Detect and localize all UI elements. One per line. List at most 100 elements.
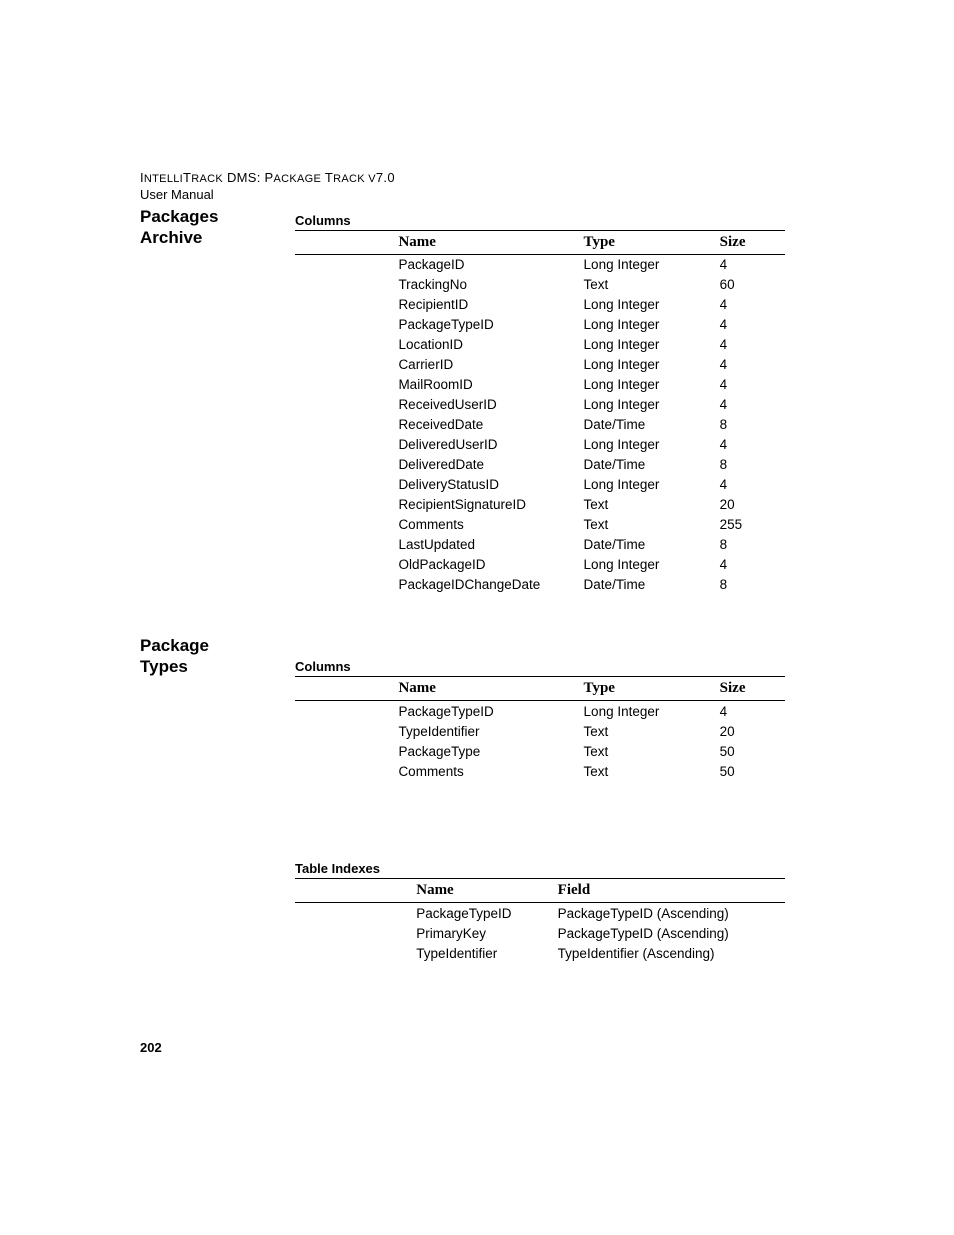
cell-field: TypeIdentifier (Ascending) — [558, 943, 785, 963]
cell-type: Long Integer — [584, 555, 720, 575]
cell-size: 8 — [720, 455, 785, 475]
table-row: LocationIDLong Integer4 — [295, 335, 785, 355]
cell-name: TypeIdentifier — [416, 943, 557, 963]
table-row: PackageIDChangeDateDate/Time8 — [295, 575, 785, 595]
package-types-columns-table: Name Type Size PackageTypeIDLong Integer… — [295, 676, 785, 781]
cell-size: 4 — [720, 701, 785, 722]
table-row: PackageIDLong Integer4 — [295, 254, 785, 275]
table-row: PackageTypeText50 — [295, 741, 785, 761]
table-row: DeliveredUserIDLong Integer4 — [295, 435, 785, 455]
cell-type: Long Integer — [584, 254, 720, 275]
table-header-field: Field — [558, 879, 785, 903]
cell-size: 4 — [720, 355, 785, 375]
cell-size: 20 — [720, 495, 785, 515]
doc-header-title: INTELLITRACK DMS: PACKAGE TRACK V7.0 — [140, 170, 784, 185]
cell-type: Text — [584, 275, 720, 295]
table-row: ReceivedUserIDLong Integer4 — [295, 395, 785, 415]
cell-type: Long Integer — [584, 355, 720, 375]
packages-archive-columns-table: Name Type Size PackageIDLong Integer4Tra… — [295, 230, 785, 595]
table-row: ReceivedDateDate/Time8 — [295, 415, 785, 435]
cell-size: 20 — [720, 721, 785, 741]
cell-type: Long Integer — [584, 435, 720, 455]
cell-name: PackageIDChangeDate — [398, 575, 583, 595]
cell-field: PackageTypeID (Ascending) — [558, 923, 785, 943]
cell-name: TrackingNo — [398, 275, 583, 295]
cell-name: DeliveredUserID — [398, 435, 583, 455]
cell-type: Long Integer — [584, 335, 720, 355]
columns-label: Columns — [295, 659, 784, 674]
cell-type: Long Integer — [584, 295, 720, 315]
cell-name: PrimaryKey — [416, 923, 557, 943]
table-indexes-label: Table Indexes — [295, 861, 784, 876]
table-row: TypeIdentifierText20 — [295, 721, 785, 741]
cell-type: Date/Time — [584, 535, 720, 555]
cell-size: 60 — [720, 275, 785, 295]
table-row: CommentsText50 — [295, 761, 785, 781]
cell-size: 8 — [720, 575, 785, 595]
cell-name: LocationID — [398, 335, 583, 355]
table-header-name: Name — [398, 677, 583, 701]
cell-type: Text — [584, 515, 720, 535]
table-row: PackageTypeIDPackageTypeID (Ascending) — [295, 903, 785, 924]
cell-type: Long Integer — [584, 375, 720, 395]
cell-type: Long Integer — [584, 701, 720, 722]
cell-name: PackageTypeID — [398, 315, 583, 335]
table-row: CommentsText255 — [295, 515, 785, 535]
cell-size: 8 — [720, 415, 785, 435]
cell-name: DeliveredDate — [398, 455, 583, 475]
cell-type: Text — [584, 761, 720, 781]
cell-name: PackageTypeID — [398, 701, 583, 722]
table-header-name: Name — [416, 879, 557, 903]
cell-size: 4 — [720, 375, 785, 395]
cell-name: ReceivedUserID — [398, 395, 583, 415]
cell-name: ReceivedDate — [398, 415, 583, 435]
cell-name: PackageTypeID — [416, 903, 557, 924]
cell-size: 4 — [720, 555, 785, 575]
cell-name: Comments — [398, 515, 583, 535]
cell-size: 50 — [720, 761, 785, 781]
cell-size: 4 — [720, 335, 785, 355]
page-number: 202 — [140, 1040, 162, 1055]
table-row: DeliveryStatusIDLong Integer4 — [295, 475, 785, 495]
table-row: OldPackageIDLong Integer4 — [295, 555, 785, 575]
cell-type: Text — [584, 495, 720, 515]
table-row: MailRoomIDLong Integer4 — [295, 375, 785, 395]
cell-type: Date/Time — [584, 575, 720, 595]
doc-header-subtitle: User Manual — [140, 187, 784, 202]
table-row: PackageTypeIDLong Integer4 — [295, 701, 785, 722]
table-row: PackageTypeIDLong Integer4 — [295, 315, 785, 335]
table-header-name: Name — [398, 230, 583, 254]
cell-type: Date/Time — [584, 455, 720, 475]
cell-name: PackageType — [398, 741, 583, 761]
cell-size: 4 — [720, 475, 785, 495]
table-row: CarrierIDLong Integer4 — [295, 355, 785, 375]
table-row: RecipientIDLong Integer4 — [295, 295, 785, 315]
cell-type: Text — [584, 721, 720, 741]
columns-label: Columns — [295, 213, 784, 228]
cell-size: 50 — [720, 741, 785, 761]
package-types-indexes-table: Name Field PackageTypeIDPackageTypeID (A… — [295, 878, 785, 963]
cell-size: 4 — [720, 295, 785, 315]
cell-type: Text — [584, 741, 720, 761]
cell-name: RecipientSignatureID — [398, 495, 583, 515]
table-row: DeliveredDateDate/Time8 — [295, 455, 785, 475]
cell-size: 4 — [720, 254, 785, 275]
cell-field: PackageTypeID (Ascending) — [558, 903, 785, 924]
table-header-type: Type — [584, 230, 720, 254]
cell-type: Long Integer — [584, 395, 720, 415]
cell-size: 255 — [720, 515, 785, 535]
table-row: TrackingNoText60 — [295, 275, 785, 295]
cell-name: DeliveryStatusID — [398, 475, 583, 495]
cell-type: Long Integer — [584, 475, 720, 495]
cell-type: Date/Time — [584, 415, 720, 435]
cell-type: Long Integer — [584, 315, 720, 335]
cell-name: LastUpdated — [398, 535, 583, 555]
table-header-size: Size — [720, 230, 785, 254]
table-row: PrimaryKeyPackageTypeID (Ascending) — [295, 923, 785, 943]
cell-size: 4 — [720, 395, 785, 415]
cell-name: Comments — [398, 761, 583, 781]
table-row: RecipientSignatureIDText20 — [295, 495, 785, 515]
cell-size: 4 — [720, 315, 785, 335]
table-row: TypeIdentifierTypeIdentifier (Ascending) — [295, 943, 785, 963]
cell-name: TypeIdentifier — [398, 721, 583, 741]
